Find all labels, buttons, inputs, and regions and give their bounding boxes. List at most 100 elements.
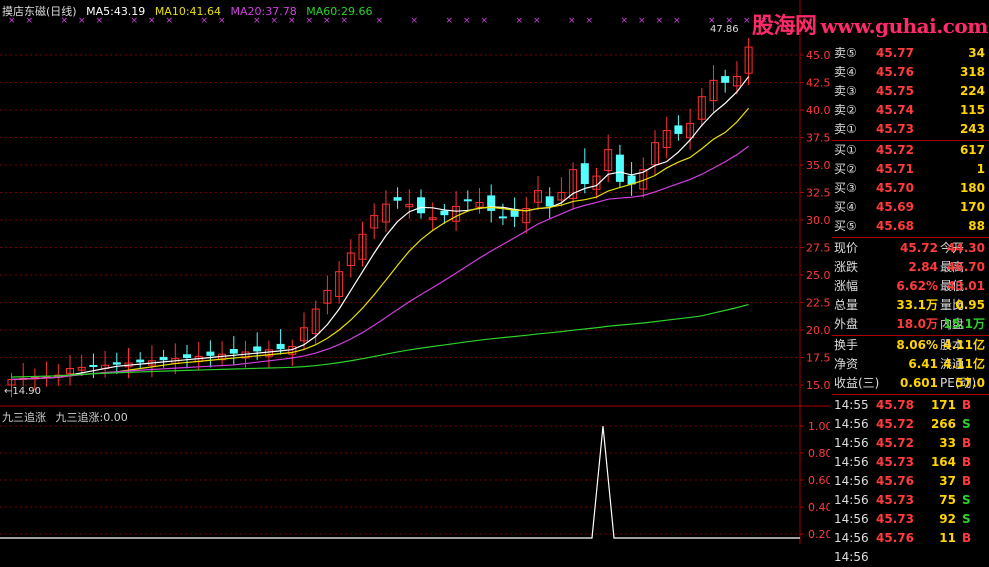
tick-time: 14:55 xyxy=(834,398,869,412)
indicator-axis-label: 0.80 xyxy=(808,447,830,460)
price-axis-label: 35.00 xyxy=(806,159,830,172)
candle-down xyxy=(440,210,449,216)
tick-side: B xyxy=(962,398,972,412)
quote-panel: 卖⑤ 45.77 34 卖④ 45.76 318 卖③ 45.75 224 卖② 45.74 115 卖… xyxy=(832,44,989,564)
quote-label: 收益(三) xyxy=(834,376,880,390)
candle-down xyxy=(253,346,262,352)
tick-side: B xyxy=(962,455,972,469)
signal-marker: × xyxy=(411,16,419,26)
chart-header: 摸店东磁(日线) MA5:43.19 MA10:41.64 MA20:37.78… xyxy=(2,3,378,19)
bid-row: 买⑤ 45.68 88 xyxy=(832,217,987,236)
tick-side: S xyxy=(962,493,971,507)
order-volume: 617 xyxy=(959,143,985,157)
quote-value: 0.95 xyxy=(955,298,985,312)
quote-value: 43.01 xyxy=(947,279,985,293)
ma10-label: MA10:41.64 xyxy=(154,5,222,18)
ask-row: 卖⑤ 45.77 34 xyxy=(832,44,987,63)
order-volume: 180 xyxy=(959,181,985,195)
order-volume: 88 xyxy=(968,219,985,233)
tick-volume: 33 xyxy=(939,436,956,450)
tick-row: 14:56 45.73 164 B xyxy=(832,453,987,472)
quote-row: 收益(三) 0.601 PE(动) 57.0 xyxy=(832,374,987,393)
indicator-axis-label: 0.20 xyxy=(808,528,830,541)
tick-row: 14:56 xyxy=(832,548,987,567)
indicator-chart[interactable]: 1.00 0.80 0.60 0.40 0.20 xyxy=(0,408,830,544)
tick-side: S xyxy=(962,512,971,526)
order-price: 45.68 xyxy=(876,219,914,233)
signal-marker: × xyxy=(638,16,646,26)
price-axis-label: 25.00 xyxy=(806,269,830,282)
quote-value: 8.06% xyxy=(896,338,938,352)
order-price: 45.77 xyxy=(876,46,914,60)
quote-value: 2.84 xyxy=(908,260,938,274)
candle-down xyxy=(510,210,519,217)
tick-row: 14:56 45.76 37 B xyxy=(832,472,987,491)
candle-down xyxy=(498,216,507,219)
ma20-line xyxy=(11,145,749,381)
tick-row: 14:56 45.72 33 B xyxy=(832,434,987,453)
signal-marker: × xyxy=(533,16,541,26)
candle-down xyxy=(276,343,285,350)
tick-side: B xyxy=(962,474,972,488)
quote-row: 换手 8.06% 股本 4.11亿 xyxy=(832,336,987,355)
candle-down xyxy=(159,356,168,361)
order-volume: 224 xyxy=(959,84,985,98)
signal-marker: × xyxy=(743,16,751,26)
quote-value: 6.62% xyxy=(896,279,938,293)
order-level-label: 卖③ xyxy=(834,84,857,98)
order-volume: 34 xyxy=(968,46,985,60)
watermark-cn: 股海网 xyxy=(752,13,817,39)
ma20-label: MA20:37.78 xyxy=(230,5,297,18)
indicator-value: 九三追涨:0.00 xyxy=(55,411,128,424)
signal-marker: × xyxy=(481,16,489,26)
order-level-label: 买② xyxy=(834,162,857,176)
quote-label: 涨跌 xyxy=(834,260,859,274)
price-axis-label: 27.50 xyxy=(806,242,830,255)
tick-price: 45.72 xyxy=(876,417,914,431)
price-axis-label: 32.50 xyxy=(806,187,830,200)
ask-row: 卖③ 45.75 224 xyxy=(832,82,987,101)
tick-time: 14:56 xyxy=(834,436,869,450)
tick-time: 14:56 xyxy=(834,550,869,564)
bid-row: 买① 45.72 617 xyxy=(832,141,987,160)
signal-marker: × xyxy=(463,16,471,26)
candle-down xyxy=(183,354,191,358)
tick-price: 45.73 xyxy=(876,493,914,507)
candle-down xyxy=(417,197,425,214)
order-level-label: 买③ xyxy=(834,181,857,195)
candle-down xyxy=(206,351,215,356)
tick-row: 14:56 45.73 75 S xyxy=(832,491,987,510)
quote-value: 18.0万 xyxy=(896,317,938,331)
tick-volume: 11 xyxy=(939,531,956,545)
quote-label: 净资 xyxy=(834,357,859,371)
ask-row: 卖④ 45.76 318 xyxy=(832,63,987,82)
candle-down xyxy=(615,154,624,182)
indicator-header: 九三追涨 九三追涨:0.00 xyxy=(2,409,134,425)
quote-row: 现价 45.72 今开 44.30 xyxy=(832,239,987,258)
price-axis-label: 45.00 xyxy=(806,49,830,62)
order-level-label: 卖⑤ xyxy=(834,46,857,60)
tick-side: B xyxy=(962,531,972,545)
candle-down xyxy=(721,76,730,83)
tick-price: 45.72 xyxy=(876,436,914,450)
tick-volume: 171 xyxy=(930,398,956,412)
order-level-label: 买⑤ xyxy=(834,219,857,233)
tick-volume: 92 xyxy=(939,512,956,526)
tick-volume: 266 xyxy=(930,417,956,431)
quote-row: 涨幅 6.62% 最低 43.01 xyxy=(832,277,987,296)
signal-marker: × xyxy=(621,16,629,26)
signal-marker: × xyxy=(446,16,454,26)
tick-price: 45.78 xyxy=(876,398,914,412)
candlestick-chart[interactable]: 45.00 42.50 40.00 37.50 35.00 32.50 30.00 27.50… xyxy=(0,0,830,408)
ma5-line xyxy=(11,76,750,381)
tick-price: 45.76 xyxy=(876,531,914,545)
candle-down xyxy=(393,197,402,201)
order-price: 45.72 xyxy=(876,143,914,157)
price-axis-label: 20.00 xyxy=(806,324,830,337)
tick-time: 14:56 xyxy=(834,417,869,431)
candle-down xyxy=(112,362,121,365)
candle-down xyxy=(136,359,145,363)
price-axis-label: 30.00 xyxy=(806,214,830,227)
quote-row: 外盘 18.0万 内盘 15.1万 xyxy=(832,315,987,334)
candle-down xyxy=(580,163,589,185)
